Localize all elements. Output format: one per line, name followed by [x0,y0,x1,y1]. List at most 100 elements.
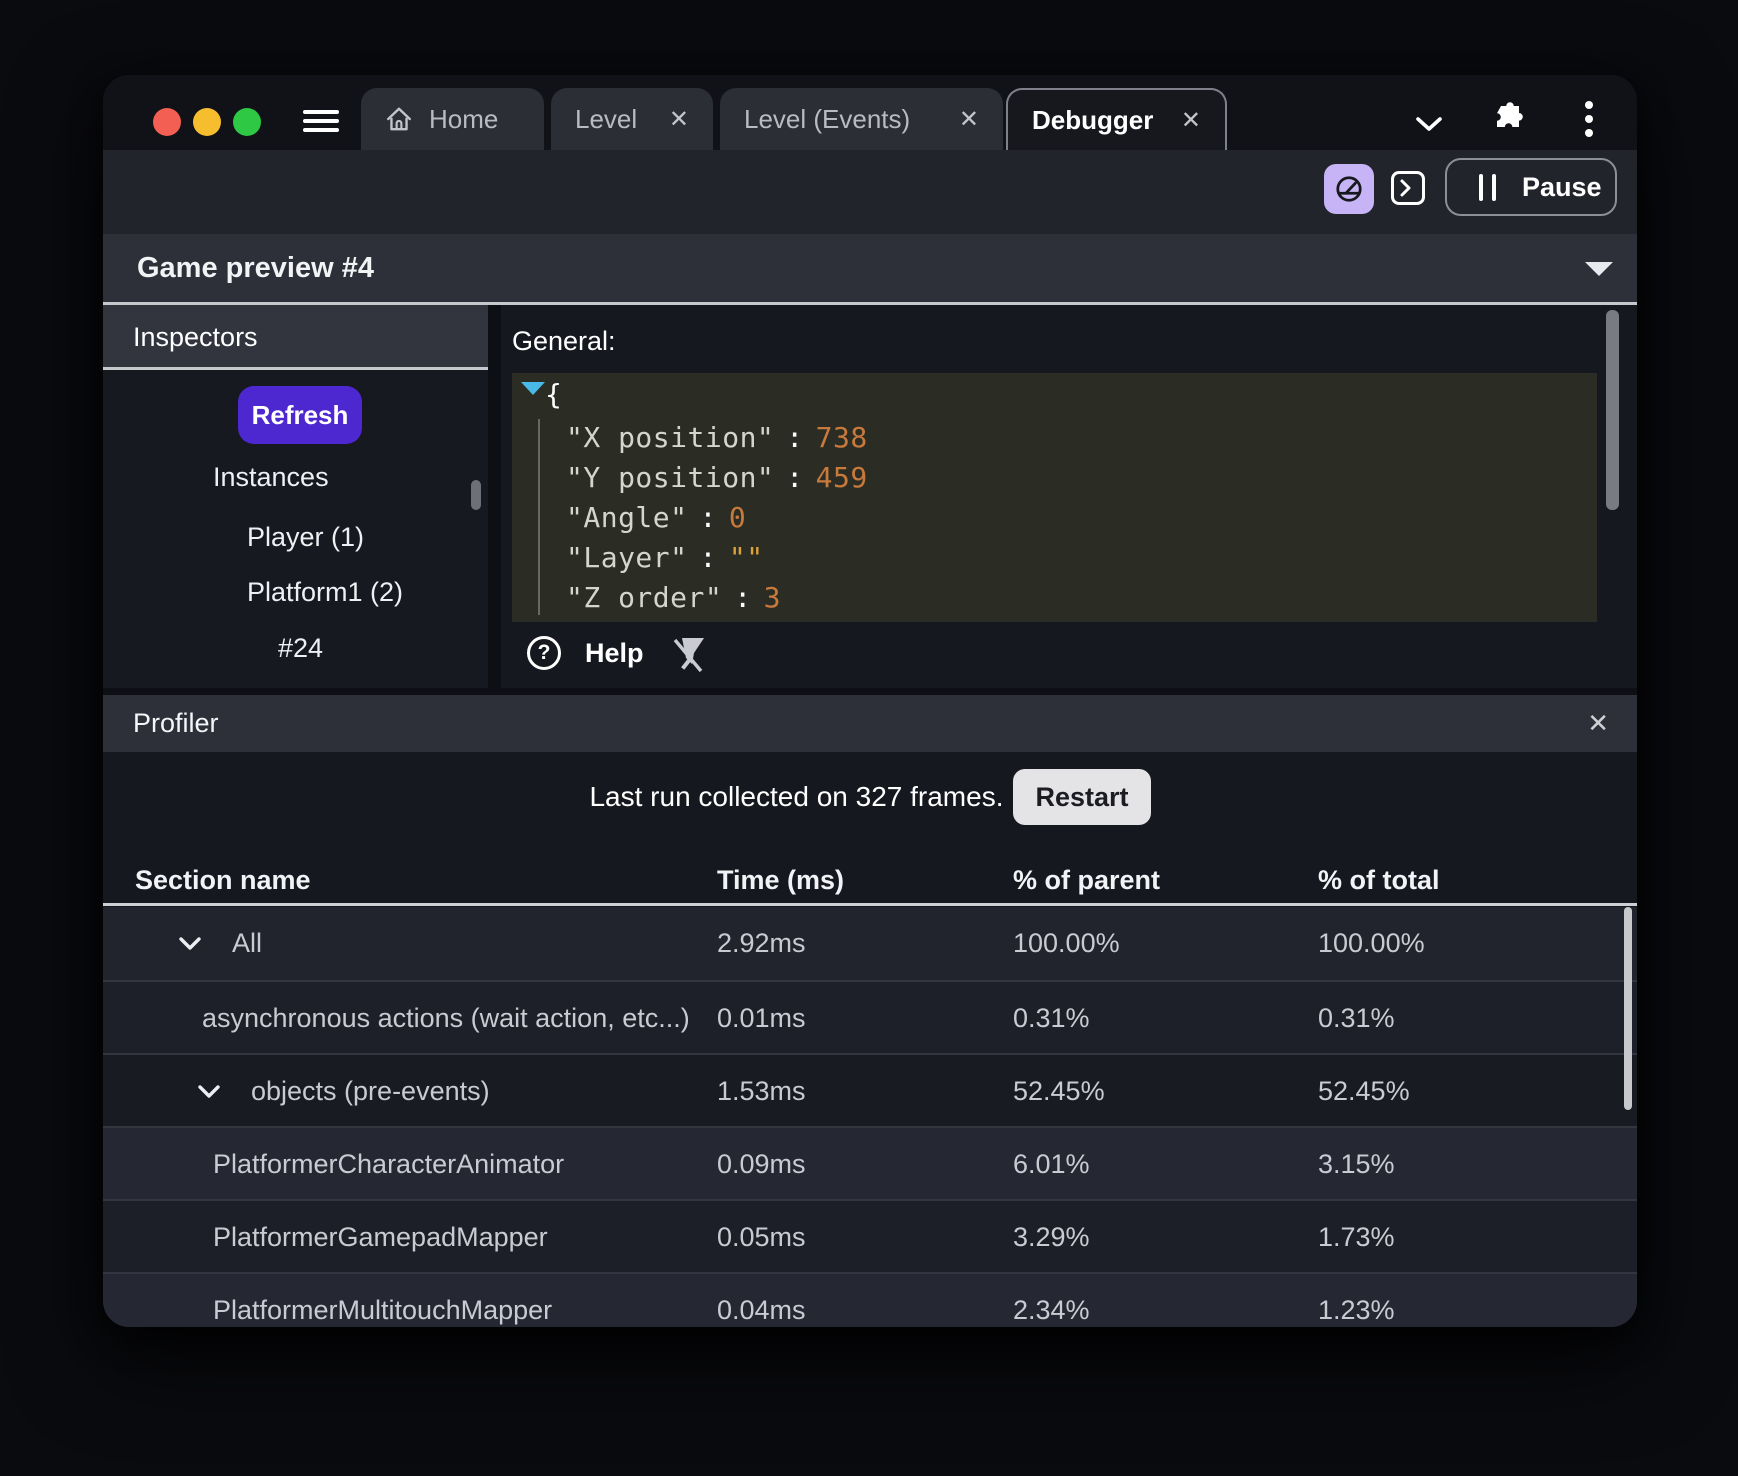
json-value: 0 [728,501,747,534]
hamburger-menu-icon[interactable] [303,110,339,134]
json-colon: : [786,421,804,454]
tab-bar: Home Level ✕ Level (Events) ✕ Debugger ✕ [103,75,1637,150]
json-open-brace: { [545,378,562,411]
properties-json-view: { "X position":738 "Y position":459 "Ang… [512,373,1597,622]
game-preview-header[interactable]: Game preview #4 [103,234,1637,305]
general-title: General: [512,326,616,356]
debugger-toolbar: Pause [103,150,1637,234]
section-name: All [232,928,263,958]
percent-total-value: 1.23% [1318,1295,1395,1325]
pane-divider[interactable] [103,688,1637,695]
tree-item-platform1[interactable]: Platform1 (2) [247,577,403,608]
restart-button[interactable]: Restart [1013,769,1151,825]
json-line-y-position: "Y position":459 [566,458,868,498]
json-key: "Layer" [566,541,688,574]
tab-label: Debugger [1032,104,1154,135]
tab-level[interactable]: Level ✕ [551,88,713,150]
tab-home[interactable]: Home [361,88,544,150]
chevron-down-icon[interactable] [1415,116,1443,132]
pause-icon [1479,173,1496,201]
table-row: PlatformerGamepadMapper 0.05ms 3.29% 1.7… [103,1199,1637,1272]
table-row: All 2.92ms 100.00% 100.00% [103,907,1637,980]
chevron-down-icon[interactable] [178,936,202,951]
traffic-light-zoom-icon[interactable] [233,108,261,136]
close-profiler-icon[interactable]: ✕ [1587,695,1609,752]
json-key: "Z order" [566,581,723,614]
percent-total-value: 3.15% [1318,1149,1395,1179]
inspectors-scrollbar[interactable] [471,480,481,510]
json-key: "Y position" [566,461,775,494]
profiler-header[interactable]: Profiler ✕ [103,695,1637,752]
close-icon[interactable]: ✕ [669,105,689,134]
puzzle-icon[interactable] [1491,100,1523,132]
table-row: objects (pre-events) 1.53ms 52.45% 52.45… [103,1053,1637,1126]
table-row: PlatformerMultitouchMapper 0.04ms 2.34% … [103,1272,1637,1327]
tab-level-events[interactable]: Level (Events) ✕ [720,88,1003,150]
json-collapse-triangle-icon[interactable] [521,382,545,395]
speedometer-icon [1336,176,1362,202]
percent-total-value: 100.00% [1318,928,1425,958]
inspector-panes: Inspectors Refresh Instances Player (1) … [103,305,1637,688]
general-panel: General: { "X position":738 "Y position"… [501,305,1637,688]
game-preview-title: Game preview #4 [137,252,374,284]
percent-total-value: 52.45% [1318,1076,1410,1106]
refresh-button[interactable]: Refresh [238,386,362,444]
json-line-x-position: "X position":738 [566,418,868,458]
tree-item-instances[interactable]: Instances [213,462,329,493]
column-header-percent-parent: % of parent [1013,865,1161,895]
json-line-angle: "Angle":0 [566,498,746,538]
collapse-triangle-icon[interactable] [1585,262,1613,276]
tree-item-player[interactable]: Player (1) [247,522,364,553]
close-icon[interactable]: ✕ [959,105,979,134]
json-value: "" [728,541,764,574]
section-name: PlatformerCharacterAnimator [213,1149,565,1179]
profiler-body: Last run collected on 327 frames. Restar… [103,752,1637,1327]
general-scrollbar[interactable] [1606,310,1619,510]
console-button[interactable] [1391,171,1425,205]
traffic-light-close-icon[interactable] [153,108,181,136]
debugger-window: Home Level ✕ Level (Events) ✕ Debugger ✕ [103,75,1637,1327]
percent-parent-value: 3.29% [1013,1222,1090,1252]
column-header-section: Section name [135,865,311,895]
pause-button[interactable]: Pause [1445,158,1617,216]
table-header-divider [103,903,1637,906]
help-icon[interactable]: ? [527,636,561,670]
json-value: 738 [815,421,868,454]
json-line-z-order: "Z order":3 [566,578,781,618]
json-value: 3 [763,581,781,614]
column-header-percent-total: % of total [1318,865,1440,895]
percent-parent-value: 52.45% [1013,1076,1105,1106]
percent-parent-value: 2.34% [1013,1295,1090,1325]
pin-off-icon[interactable] [668,634,708,674]
inspectors-panel: Inspectors Refresh Instances Player (1) … [103,305,488,688]
tab-label: Level (Events) [744,103,911,134]
profiler-toggle-button[interactable] [1324,164,1374,214]
profiler-title: Profiler [133,708,219,738]
percent-parent-value: 6.01% [1013,1149,1090,1179]
json-key: "X position" [566,421,775,454]
profiler-status-text: Last run collected on 327 frames. [589,781,1004,812]
chevron-down-icon[interactable] [197,1084,221,1099]
inspectors-panel-title[interactable]: Inspectors [103,305,488,370]
json-key: "Angle" [566,501,688,534]
help-link[interactable]: Help [585,636,644,670]
percent-total-value: 1.73% [1318,1222,1395,1252]
tree-item-instance-24[interactable]: #24 [278,633,323,664]
profiler-table-scrollbar[interactable] [1624,907,1632,1110]
json-colon: : [699,541,717,574]
close-icon[interactable]: ✕ [1181,106,1201,135]
column-header-time: Time (ms) [717,865,845,895]
time-value: 0.01ms [717,1003,806,1033]
time-value: 0.05ms [717,1222,806,1252]
percent-parent-value: 0.31% [1013,1003,1090,1033]
console-prompt-icon [1400,179,1411,197]
tab-debugger[interactable]: Debugger ✕ [1006,88,1227,150]
traffic-light-minimize-icon[interactable] [193,108,221,136]
json-line-layer: "Layer": "" [566,538,764,578]
section-name: asynchronous actions (wait action, etc..… [202,1003,690,1033]
kebab-menu-icon[interactable] [1582,99,1596,143]
section-name: PlatformerGamepadMapper [213,1222,548,1252]
json-indent-guide [538,419,540,615]
json-colon: : [699,501,717,534]
table-row: asynchronous actions (wait action, etc..… [103,980,1637,1053]
